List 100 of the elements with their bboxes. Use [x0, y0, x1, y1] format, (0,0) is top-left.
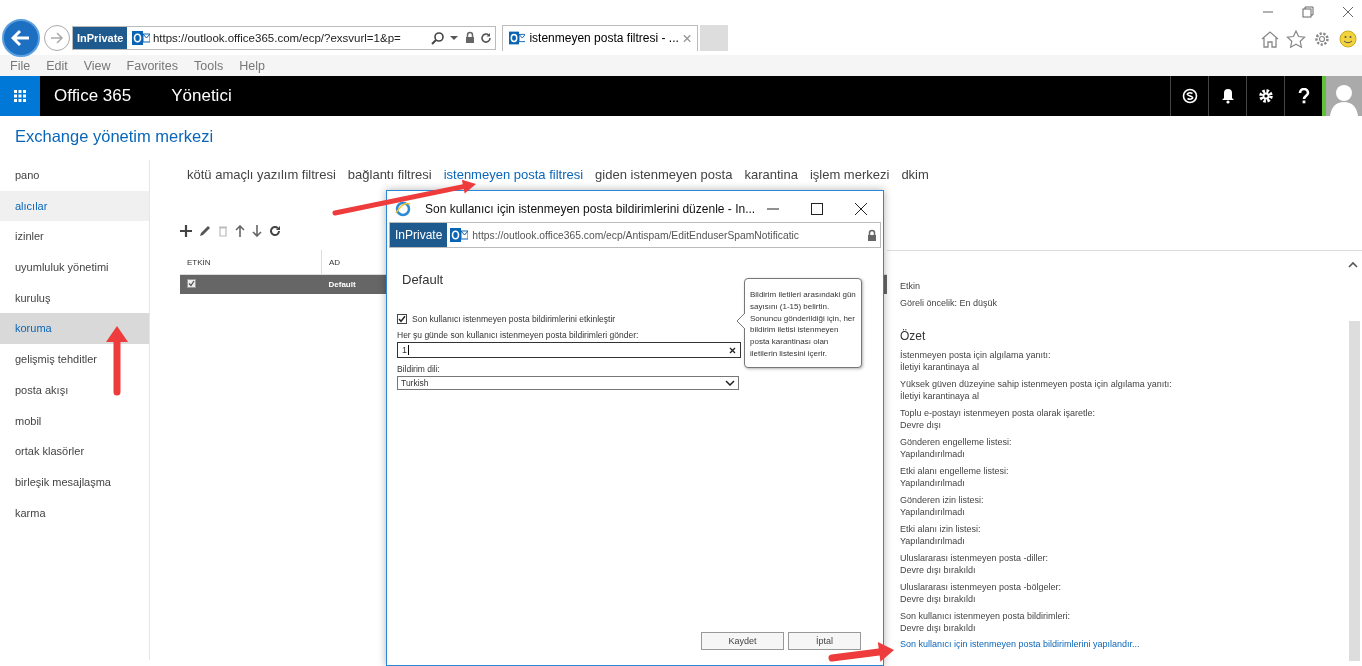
nav-item[interactable]: ortak klasörler — [0, 436, 149, 467]
up-arrow-icon[interactable] — [235, 225, 245, 237]
setting-label: Gönderen engelleme listesi: — [900, 436, 1013, 448]
maximize-icon[interactable] — [811, 202, 823, 215]
tooltip-pointer — [736, 313, 745, 329]
home-icon[interactable] — [1260, 30, 1280, 48]
setting-value: Devre dışı bırakıldı — [900, 564, 977, 576]
menu-item[interactable]: Tools — [186, 58, 232, 73]
menu-item[interactable]: Favorites — [118, 58, 186, 73]
setting-label: Yüksek güven düzeyine sahip istenmeyen posta için algılama yanıtı: — [900, 378, 1173, 390]
nav-item[interactable]: posta akışı — [0, 374, 149, 406]
setting-label: Etki alanı izin listesi: — [900, 523, 982, 535]
address-bar[interactable]: InPrivate https://outlook.office365.com/ecp/?exsvurl=1&p= — [72, 25, 496, 50]
add-icon[interactable] — [180, 225, 192, 237]
field-label: Bildirim dili: — [397, 364, 440, 374]
nav-item[interactable]: koruma — [0, 313, 149, 345]
configure-link[interactable]: Son kullanıcı için istenmeyen posta bildirimlerini yapılandır... — [900, 639, 1140, 649]
setting-value: Yapılandırılmadı — [900, 535, 966, 547]
menu-item[interactable]: View — [75, 58, 119, 73]
person-silhouette-icon — [1329, 82, 1359, 116]
nav-item[interactable]: izinler — [0, 221, 149, 253]
lock-icon — [465, 31, 475, 44]
lock-icon — [867, 228, 877, 242]
smiley-icon[interactable] — [1338, 30, 1358, 48]
refresh-icon[interactable] — [269, 225, 281, 237]
close-icon[interactable] — [855, 202, 867, 215]
clear-icon[interactable] — [729, 346, 736, 354]
sub-tab[interactable]: bağlantı filtresi — [347, 167, 432, 190]
setting-label: Son kullanıcı istenmeyen posta bildirimleri: — [900, 610, 1072, 622]
nav-item[interactable]: pano — [0, 160, 149, 191]
policy-name-heading: Default — [401, 271, 444, 289]
nav-item[interactable]: gelişmiş tehditler — [0, 344, 149, 375]
annotation-arrow — [106, 326, 128, 396]
mail-app-icon — [131, 29, 150, 46]
checkbox[interactable] — [187, 279, 196, 288]
sub-tab[interactable]: işlem merkezi — [809, 167, 890, 190]
back-arrow-icon — [11, 28, 31, 47]
nav-item[interactable]: alıcılar — [0, 190, 149, 222]
sub-tab[interactable]: dkim — [901, 167, 929, 190]
collapse-chevron-icon[interactable] — [1348, 261, 1358, 268]
browser-logo-icon — [395, 200, 411, 217]
setting-value: Yapılandırılmadı — [900, 448, 966, 460]
language-dropdown[interactable]: Turkish — [397, 376, 739, 390]
input-field[interactable]: 1 — [397, 342, 741, 358]
setting-value: İletiyi karantinaya al — [900, 361, 981, 373]
setting-value: Devre dışı bırakıldı — [900, 622, 977, 634]
setting-value: Yapılandırılmadı — [900, 477, 966, 489]
nav-item[interactable]: karma — [0, 497, 149, 529]
app-name[interactable]: Office 365 — [54, 86, 132, 106]
field-label: Her şu günde son kullanıcı istenmeyen posta bildirimleri gönder: — [397, 330, 639, 340]
sub-tab[interactable]: giden istenmeyen posta — [595, 167, 733, 190]
search-icon[interactable] — [431, 30, 445, 45]
app-launcher-button[interactable] — [0, 76, 40, 116]
scrollbar[interactable] — [1349, 321, 1360, 661]
back-button[interactable] — [2, 18, 40, 57]
sub-tab[interactable]: kötü amaçlı yazılım filtresi — [187, 167, 336, 190]
priority-text: Göreli öncelik: En düşük — [900, 298, 999, 309]
setting-label: Toplu e-postayı istenmeyen posta olarak işaretle: — [900, 407, 1097, 419]
menu-item[interactable]: Help — [231, 58, 273, 73]
setting-value: Devre dışı — [900, 419, 942, 431]
save-button[interactable]: Kaydet — [701, 632, 784, 650]
setting-label: Gönderen izin listesi: — [900, 494, 985, 506]
waffle-icon — [14, 90, 26, 102]
settings-icon[interactable] — [1312, 30, 1332, 48]
checkbox-label: Son kullanıcı istenmeyen posta bildirimlerini etkinleştir — [412, 314, 616, 324]
dropdown-caret-icon[interactable] — [449, 34, 459, 41]
nav-item[interactable]: kuruluş — [0, 282, 149, 314]
setting-value: Yapılandırılmadı — [900, 506, 966, 518]
cancel-button[interactable]: İptal — [788, 632, 861, 650]
menu-item[interactable]: File — [2, 58, 39, 73]
pencil-icon[interactable] — [199, 225, 211, 237]
mail-app-icon — [450, 227, 469, 243]
refresh-icon[interactable] — [480, 31, 492, 44]
summary-heading: Özet — [900, 329, 927, 343]
nav-item[interactable]: uyumluluk yönetimi — [0, 252, 149, 283]
restore-icon[interactable] — [1302, 6, 1314, 18]
page-title: Exchange yönetim merkezi — [14, 126, 215, 147]
star-icon[interactable] — [1286, 30, 1306, 48]
inprivate-badge: InPrivate — [390, 223, 448, 247]
setting-value: Devre dışı bırakıldı — [900, 593, 977, 605]
help-tooltip: Bildirim iletileri arasındaki gün sayısını (1-15) belirtin. Sonuncu gönderildiği için, her bildirim iletisi istenmeyen posta karantinası olan iletilerin listesini içerir. — [744, 278, 862, 368]
column-header[interactable]: ETKİN — [180, 250, 322, 275]
address-bar[interactable]: InPrivate https://outlook.office365.com/ecp/Antispam/EditEnduserSpamNotificatic — [389, 222, 881, 248]
setting-label: İstenmeyen posta için algılama yanıtı: — [900, 349, 1052, 361]
down-arrow-icon[interactable] — [252, 225, 262, 237]
setting-value: İletiyi karantinaya al — [900, 390, 981, 402]
sub-tab[interactable]: istenmeyen posta filtresi — [443, 167, 584, 190]
menu-item[interactable]: Edit — [38, 58, 76, 73]
dialog-title: Son kullanıcı için istenmeyen posta bildirimlerini düzenle - In... — [425, 201, 756, 216]
nav-item[interactable]: mobil — [0, 405, 149, 437]
nav-item[interactable]: birleşik mesajlaşma — [0, 466, 149, 498]
inprivate-badge: InPrivate — [73, 26, 128, 49]
help-icon — [1297, 88, 1310, 104]
browser-tab[interactable]: istenmeyen posta filtresi - ... — [502, 24, 698, 51]
tab-title: istenmeyen posta filtresi - ... — [529, 31, 679, 45]
bell-icon — [1220, 88, 1235, 104]
sub-tab[interactable]: karantina — [744, 167, 798, 190]
checkbox[interactable] — [397, 314, 407, 324]
forward-arrow-icon — [50, 31, 64, 44]
chevron-down-icon — [725, 380, 735, 386]
